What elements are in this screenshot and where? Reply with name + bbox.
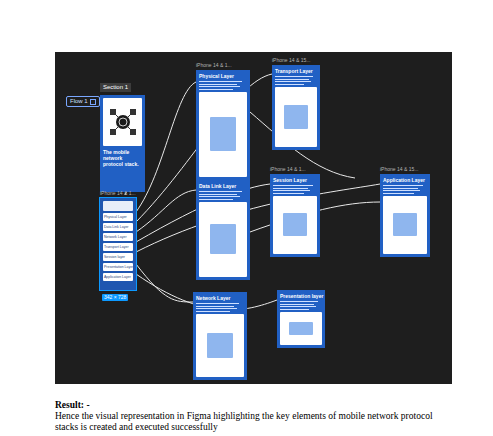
layer-frame[interactable]: Presentation layer	[277, 290, 325, 348]
frame-label: iPhone 14 & 15...	[380, 166, 418, 172]
section-label[interactable]: Section 1	[100, 83, 131, 92]
nav-item[interactable]: Application Layer	[103, 273, 133, 281]
figma-canvas: Section 1Flow 1 The mobile network protoc…	[55, 52, 452, 384]
frame-title: Application Layer	[383, 177, 427, 183]
flow-icon	[90, 99, 96, 105]
layer-frame[interactable]: iPhone 14 & 1...Session Layer	[270, 174, 320, 257]
cover-frame[interactable]: The mobile network protocol stack.	[100, 95, 145, 192]
nav-item[interactable]: Presentation Layer	[103, 263, 133, 271]
nav-item[interactable]: Session layer	[103, 253, 133, 261]
frame-title: Presentation layer	[280, 293, 322, 299]
nav-frame[interactable]: iPhone 14 & 1...Physical LayerData Link …	[100, 198, 136, 290]
frame-label: iPhone 14 & 1...	[196, 62, 232, 68]
result-heading: Result: -	[55, 400, 445, 411]
frame-image	[280, 312, 322, 346]
nav-item[interactable]: Data Link Layer	[103, 223, 133, 231]
frame-label: iPhone 14 & 15...	[272, 57, 310, 63]
cover-title: The mobile network protocol stack.	[103, 149, 142, 167]
frame-image	[196, 314, 244, 378]
frame-image	[273, 196, 317, 255]
frame-label: iPhone 14 & 1...	[100, 190, 136, 196]
nav-item[interactable]: Physical Layer	[103, 213, 133, 221]
frame-title: Network Layer	[196, 295, 244, 301]
frame-label: iPhone 14 & 1...	[270, 166, 306, 172]
result-text: Hence the visual representation in Figma…	[55, 411, 445, 433]
frame-image	[383, 196, 427, 255]
nav-item[interactable]: Network Layer	[103, 233, 133, 241]
layer-frame[interactable]: Data Link Layer	[196, 180, 250, 280]
layer-frame[interactable]: iPhone 14 & 15...Transport Layer	[272, 65, 320, 150]
layer-frame[interactable]: iPhone 14 & 15...Application Layer	[380, 174, 430, 257]
size-badge: 342 × 728	[102, 294, 128, 301]
frame-title: Transport Layer	[275, 68, 317, 74]
frame-image	[199, 92, 247, 178]
nav-item[interactable]: Transport Layer	[103, 243, 133, 251]
frame-image	[275, 87, 317, 148]
frame-title: Session Layer	[273, 177, 317, 183]
network-icon	[108, 107, 138, 137]
layer-frame[interactable]: iPhone 14 & 1...Physical Layer	[196, 70, 250, 180]
flow-label[interactable]: Flow 1	[66, 96, 100, 107]
frame-title: Data Link Layer	[199, 183, 247, 189]
layer-frame[interactable]: Network Layer	[193, 292, 247, 380]
result-section: Result: -Hence the visual representation…	[55, 400, 445, 433]
frame-image	[199, 202, 247, 278]
frame-title: Physical Layer	[199, 73, 247, 79]
